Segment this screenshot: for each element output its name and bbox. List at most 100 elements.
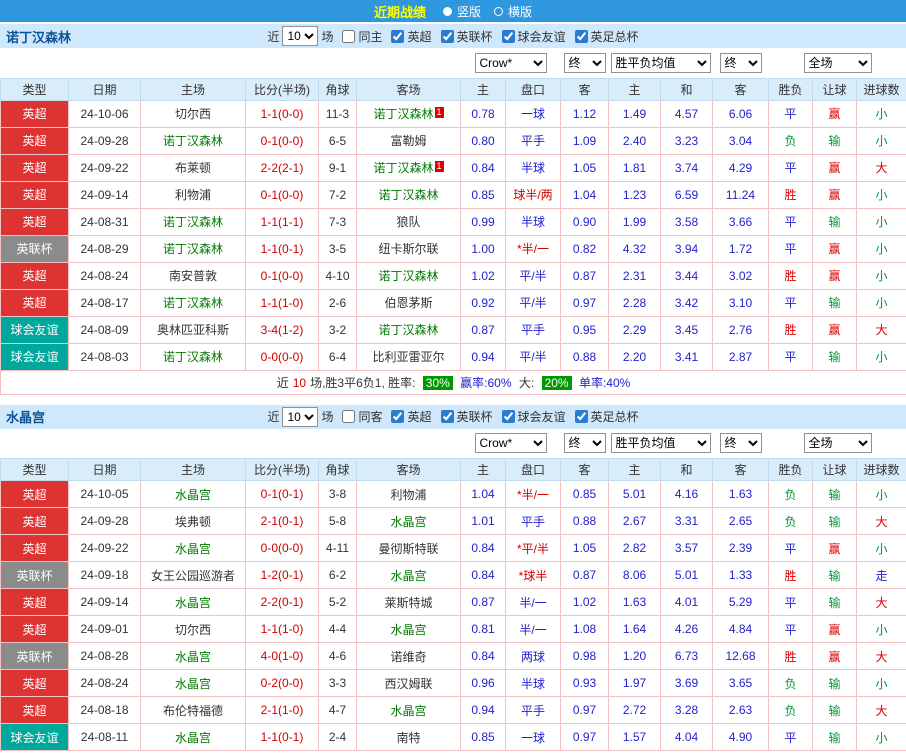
score-cell: 0-1(0-0)	[245, 180, 319, 209]
league-badge: 英超	[0, 534, 69, 562]
odds-stage-select[interactable]: 终	[563, 433, 606, 454]
home-team-cell: 奥林匹亚科斯	[140, 315, 246, 344]
col-handicap: 盘口	[505, 77, 561, 101]
avg-type-select[interactable]: 胜平负均值	[610, 433, 711, 454]
odds-home-cell: 0.84	[460, 153, 506, 182]
odds-home-cell: 0.84	[460, 642, 506, 670]
away-team-cell: 纽卡斯尔联	[356, 234, 461, 263]
league-badge: 英超	[0, 588, 69, 616]
corner-cell: 9-1	[318, 153, 357, 182]
odds-away-cell: 1.05	[560, 153, 609, 182]
avg-stage-select[interactable]: 终	[719, 433, 762, 454]
layout-option-horizontal[interactable]: 横版	[508, 3, 532, 20]
odds-home-cell: 0.84	[460, 534, 506, 562]
match-date: 24-08-28	[68, 642, 141, 670]
avg-draw-cell: 3.42	[660, 288, 713, 317]
same-home-checkbox[interactable]	[342, 29, 356, 43]
handicap-cell: 一球	[505, 723, 561, 751]
col-type: 类型	[0, 458, 69, 481]
avg-stage-select[interactable]: 终	[719, 52, 762, 73]
score-cell: 1-1(1-0)	[245, 615, 319, 643]
match-row: 英超 24-09-14 水晶宫 2-2(0-1) 5-2 莱斯特城 0.87 半/一 1.02 1…	[0, 588, 906, 616]
checkbox-fa-cup[interactable]	[574, 29, 588, 43]
checkbox-fa-cup[interactable]	[574, 410, 588, 423]
match-row: 英超 24-08-18 布伦特福德 2-1(1-0) 4-7 水晶宫 0.94 平手 0.97 2…	[0, 696, 906, 724]
away-team-cell: 诺丁汉森林	[356, 315, 461, 344]
handicap-cell: *半/一	[505, 480, 561, 508]
score-cell: 2-2(0-1)	[245, 588, 319, 616]
checkbox-league-cup[interactable]	[440, 29, 454, 43]
handicap-result-cell: 赢	[812, 534, 857, 562]
odds-away-cell: 0.97	[560, 696, 609, 724]
layout-radio-horizontal-icon[interactable]	[494, 6, 503, 16]
avg-lose-cell: 2.87	[712, 342, 769, 371]
avg-win-cell: 4.32	[608, 234, 661, 263]
col-avg-away: 客	[712, 458, 769, 481]
odds-away-cell: 1.12	[560, 99, 609, 128]
avg-lose-cell: 3.04	[712, 126, 769, 155]
odds-company-select[interactable]: Crow*	[474, 433, 547, 454]
goals-result-cell: 小	[855, 180, 906, 209]
checkbox-friendly[interactable]	[501, 410, 515, 423]
goals-result-cell: 小	[855, 207, 906, 236]
checkbox-friendly[interactable]	[501, 29, 515, 43]
goals-result-cell: 小	[855, 723, 906, 751]
team-name: 埃弗顿	[174, 514, 211, 529]
same-away-checkbox[interactable]	[342, 410, 356, 423]
handicap-cell: 半/一	[505, 615, 561, 643]
away-team-cell: 诺丁汉森林 1	[356, 153, 461, 182]
handicap-cell: 半球	[505, 669, 561, 697]
recent-count-select[interactable]: 10	[282, 406, 319, 427]
team-name: 水晶宫	[390, 622, 427, 637]
match-date: 24-08-03	[68, 342, 141, 371]
checkbox-league-cup[interactable]	[440, 410, 454, 423]
avg-lose-cell: 3.02	[712, 261, 769, 290]
avg-lose-cell: 11.24	[712, 180, 769, 209]
scope-select[interactable]: 全场	[803, 52, 872, 73]
corner-cell: 4-4	[318, 615, 357, 643]
odds-away-cell: 1.08	[560, 615, 609, 643]
league-badge: 英超	[0, 696, 69, 724]
goals-result-cell: 小	[855, 234, 906, 263]
team-name: 伯恩茅斯	[384, 296, 433, 310]
corner-cell: 4-6	[318, 642, 357, 670]
match-row: 球会友谊 24-08-03 诺丁汉森林 0-0(0-0) 6-4 比利亚雷亚尔 0.94 平/…	[0, 342, 906, 371]
result-cell: 平	[768, 615, 813, 643]
team-name: 纽卡斯尔联	[378, 242, 439, 256]
home-team-cell: 水晶宫	[140, 480, 246, 508]
match-date: 24-08-24	[68, 261, 141, 290]
scope-select[interactable]: 全场	[803, 433, 872, 454]
team-name-heading: 水晶宫	[6, 410, 46, 425]
team-name: 切尔西	[174, 622, 211, 637]
odds-away-cell: 1.02	[560, 588, 609, 616]
corner-cell: 6-4	[318, 342, 357, 371]
odds-stage-select[interactable]: 终	[563, 52, 606, 73]
away-team-cell: 水晶宫	[356, 507, 461, 535]
checkbox-epl[interactable]	[391, 29, 405, 43]
result-cell: 胜	[768, 561, 813, 589]
odds-home-cell: 0.96	[460, 669, 506, 697]
matches-table-palace: Crow* 终 胜平负均值 终 全场 类型 日期 主场 比分(半场) 角球 客场…	[0, 428, 906, 751]
avg-lose-cell: 4.29	[712, 153, 769, 182]
handicap-result-cell: 赢	[812, 315, 857, 344]
corner-cell: 3-5	[318, 234, 357, 263]
big-label: 大:	[518, 375, 535, 390]
odds-company-select[interactable]: Crow*	[474, 52, 547, 73]
recent-count-select[interactable]: 10	[282, 26, 319, 46]
away-team-cell: 莱斯特城	[356, 588, 461, 616]
layout-option-vertical[interactable]: 竖版	[457, 3, 481, 20]
checkbox-epl[interactable]	[391, 410, 405, 423]
odds-home-cell: 1.02	[460, 261, 506, 290]
odds-home-cell: 0.78	[460, 99, 506, 128]
avg-lose-cell: 1.63	[712, 480, 769, 508]
league-badge: 英超	[0, 207, 69, 236]
layout-radio-vertical-icon[interactable]	[442, 6, 452, 16]
team-name: 水晶宫	[174, 676, 211, 691]
avg-lose-cell: 1.72	[712, 234, 769, 263]
team-name: 比利亚雷亚尔	[372, 350, 445, 364]
team-name: 诺丁汉森林	[378, 188, 439, 202]
avg-type-select[interactable]: 胜平负均值	[610, 52, 711, 73]
team-name: 西汉姆联	[384, 676, 433, 691]
odds-away-cell: 0.87	[560, 561, 609, 589]
result-cell: 平	[768, 153, 813, 182]
